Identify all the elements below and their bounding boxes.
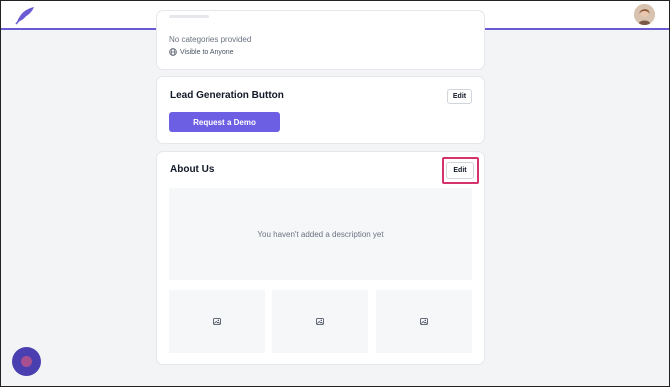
request-demo-button[interactable]: Request a Demo	[169, 112, 280, 132]
truncated-heading	[169, 15, 209, 18]
lead-generation-edit-button[interactable]: Edit	[447, 89, 472, 104]
description-placeholder: You haven't added a description yet	[169, 188, 472, 280]
image-placeholder-icon	[420, 318, 428, 325]
chat-bubble-icon	[21, 356, 32, 367]
about-us-title: About Us	[170, 164, 215, 175]
image-placeholder-icon	[316, 318, 324, 325]
image-slot-3[interactable]	[376, 290, 472, 353]
globe-icon	[169, 48, 177, 56]
lead-generation-title: Lead Generation Button	[170, 90, 284, 101]
lead-generation-card: Lead Generation Button Edit Request a De…	[157, 77, 484, 143]
about-us-card: About Us You haven't added a description…	[157, 152, 484, 364]
visibility-label: Visible to Anyone	[180, 48, 234, 56]
visibility-indicator: Visible to Anyone	[169, 48, 234, 56]
categories-empty-text: No categories provided	[169, 35, 252, 44]
image-placeholder-icon	[213, 318, 221, 325]
about-us-edit-button[interactable]: Edit	[446, 162, 474, 179]
app-frame: No categories provided Visible to Anyone…	[1, 1, 669, 386]
categories-card: No categories provided Visible to Anyone	[157, 11, 484, 69]
feather-logo-icon[interactable]	[14, 5, 36, 25]
image-slot-1[interactable]	[169, 290, 265, 353]
user-avatar[interactable]	[634, 4, 655, 25]
chat-launcher-button[interactable]	[12, 347, 41, 376]
image-slot-2[interactable]	[272, 290, 368, 353]
